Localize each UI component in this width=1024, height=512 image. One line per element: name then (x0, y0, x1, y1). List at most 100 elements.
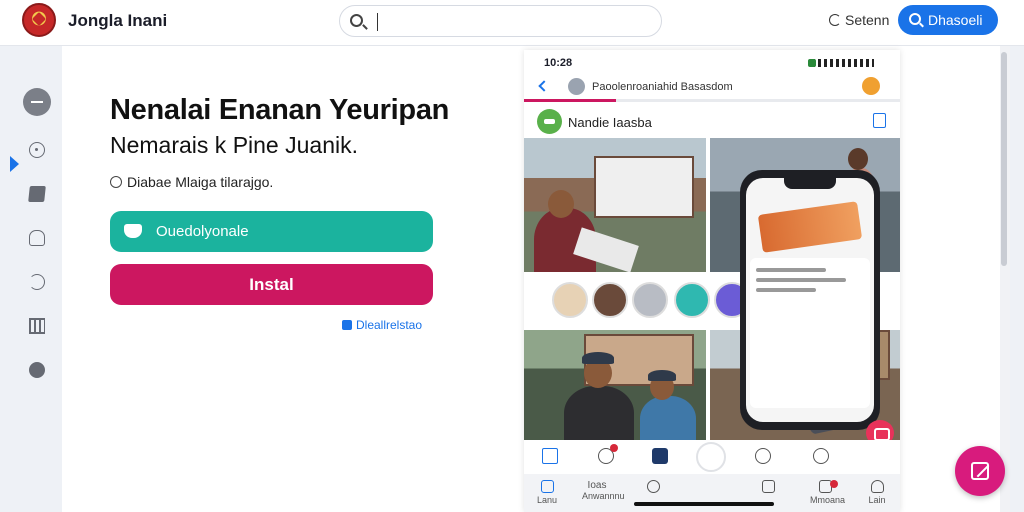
head-shape (548, 190, 574, 218)
text-line (756, 278, 846, 282)
page-headline: Nenalai Enanan Yeuripan (110, 94, 450, 126)
bag-icon (761, 480, 775, 493)
phone-bottom-nav: Lanu Ioas Anwannnu Mmoana Lain (524, 474, 900, 512)
search-icon (909, 13, 921, 25)
tab-sublabel: Anwannnu (582, 491, 625, 501)
search-link[interactable]: Setenn (829, 12, 889, 28)
sync-icon (29, 274, 45, 290)
story-avatar[interactable] (632, 282, 668, 318)
tab-label: Ioas (587, 480, 607, 491)
tab-ioas[interactable]: Ioas Anwannnu (582, 480, 625, 501)
tab-profile[interactable]: Lain (862, 480, 892, 505)
radio-icon (110, 176, 122, 188)
bag-icon (342, 320, 352, 330)
pen-icon[interactable] (652, 448, 668, 464)
chat-icon[interactable] (755, 448, 771, 464)
tab-label: Lain (868, 495, 886, 505)
person-shape (640, 396, 696, 440)
search-link-label: Setenn (845, 12, 890, 28)
search-bar[interactable] (339, 5, 662, 37)
notification-dot (610, 444, 618, 452)
search-icon (350, 14, 363, 27)
profile-icon (870, 480, 884, 493)
text-line (756, 268, 826, 272)
back-icon[interactable] (538, 80, 550, 92)
center-action-icon[interactable] (696, 442, 726, 472)
house-shape (594, 156, 694, 218)
sidebar-item-bars[interactable] (23, 312, 51, 340)
phone-tab-bar (524, 440, 900, 474)
small-link[interactable]: Dleallrelstao (342, 318, 422, 332)
page-subhead: Nemarais k Pine Juanik. (110, 132, 358, 158)
head-shape (848, 148, 868, 170)
primary-button-label: Dhasoeli (928, 12, 983, 28)
primary-search-button[interactable]: Dhasoeli (898, 5, 998, 35)
install-button[interactable]: Instal (110, 264, 433, 305)
tab-label: Lanu (536, 495, 558, 505)
phone-nav-title: Paoolenroaniahid Basasdom (592, 81, 733, 93)
home-indicator (634, 502, 774, 506)
search-icon (646, 480, 660, 493)
note-icon (28, 186, 46, 202)
app-title: Jongla Inani (68, 11, 168, 30)
edit-icon (971, 462, 989, 480)
tab-label: Mmoana (810, 495, 846, 505)
heart-icon (29, 362, 45, 378)
sidebar-item-sync[interactable] (23, 268, 51, 296)
app-logo[interactable] (22, 3, 56, 37)
photo-tile[interactable] (524, 330, 706, 440)
tab-search[interactable] (638, 480, 668, 495)
bars-icon (29, 318, 45, 334)
phone-time: 10:28 (544, 57, 573, 69)
account-row: Nandie Iaasba (524, 105, 900, 137)
account-name: Nandie Iaasba (568, 115, 652, 130)
text-line (756, 288, 816, 292)
emoji-badge-icon[interactable] (862, 77, 880, 95)
teal-button-label: Ouedolyonale (156, 223, 249, 240)
product-card (750, 258, 870, 408)
story-avatar[interactable] (552, 282, 588, 318)
scrollbar-thumb[interactable] (1001, 52, 1007, 266)
compass-icon[interactable] (813, 448, 829, 464)
notification-dot (830, 480, 838, 488)
sidebar-item-circle[interactable] (23, 136, 51, 164)
text-caret (377, 13, 378, 31)
bag-icon[interactable] (873, 113, 886, 128)
sidebar-item-heart[interactable] (23, 356, 51, 384)
story-avatar[interactable] (674, 282, 710, 318)
nav-avatar (568, 78, 585, 95)
teal-action-button[interactable]: Ouedolyonale (110, 211, 433, 252)
floating-action-button[interactable] (955, 446, 1005, 496)
handheld-phone (740, 170, 880, 430)
circle-icon (29, 142, 45, 158)
phone-preview: 10:28 Paoolenroaniahid Basasdom Nandie I… (524, 50, 900, 512)
home-icon[interactable] (542, 448, 558, 464)
sidebar (0, 46, 62, 512)
top-bar: Jongla Inani Setenn Dhasoeli (0, 0, 1024, 46)
handheld-screen (746, 178, 874, 422)
search-input[interactable] (382, 10, 652, 34)
signal-icon (808, 59, 874, 67)
tab-home[interactable]: Lanu (532, 480, 562, 505)
phone-nav-bar: Paoolenroaniahid Basasdom (524, 74, 900, 102)
photo-tile[interactable] (524, 138, 706, 272)
phone-notch (784, 178, 836, 189)
cap-shape (582, 352, 614, 364)
phone-status-bar: 10:28 (524, 50, 900, 74)
active-indicator-arrow (10, 156, 19, 172)
sidebar-item-minus[interactable] (23, 88, 51, 116)
option-radio[interactable]: Diabae Mlaiga tilarajgo. (110, 174, 273, 190)
cap-shape (648, 370, 676, 381)
sidebar-item-note[interactable] (23, 180, 51, 208)
sidebar-item-lock[interactable] (23, 224, 51, 252)
refresh-icon (829, 14, 841, 26)
person-shape (564, 386, 634, 440)
product-image (757, 201, 863, 253)
lock-icon (29, 230, 45, 246)
account-avatar[interactable] (537, 109, 562, 134)
cup-icon (124, 224, 142, 238)
home-icon (540, 480, 554, 493)
tab-shop[interactable] (753, 480, 783, 495)
small-link-label: Dleallrelstao (356, 318, 423, 332)
story-avatar[interactable] (592, 282, 628, 318)
